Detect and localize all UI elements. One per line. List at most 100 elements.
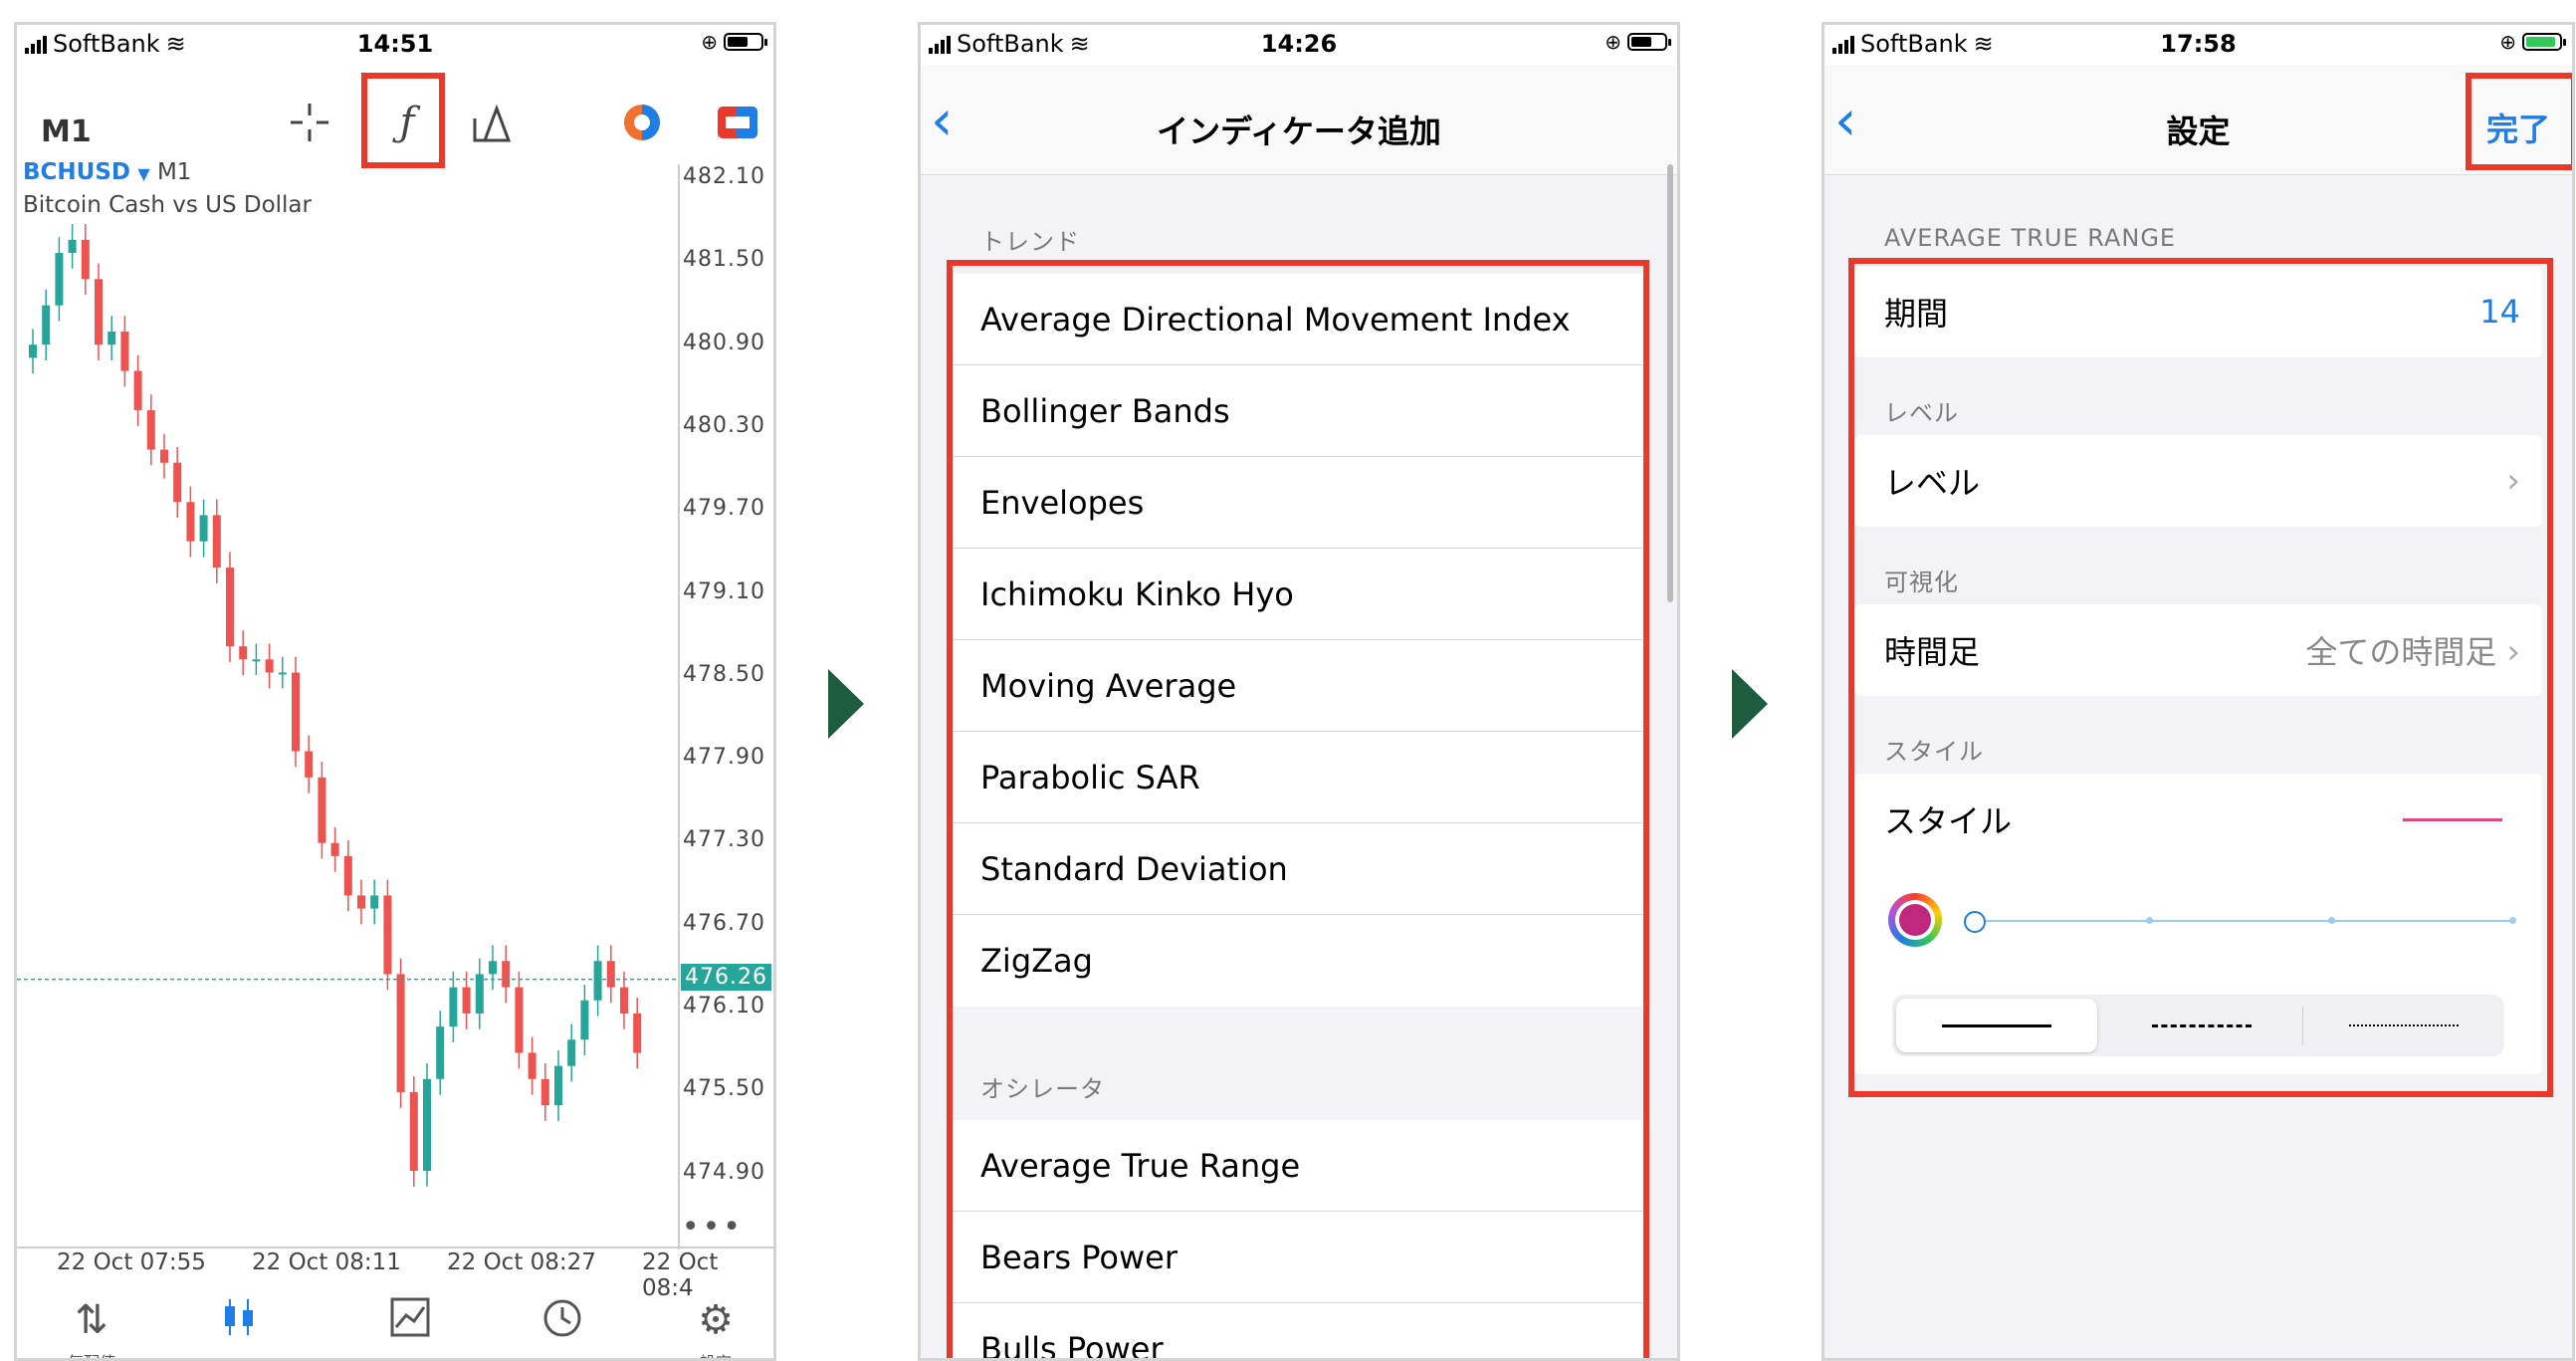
candle-body (540, 1078, 549, 1106)
level-label: レベル (1884, 464, 1981, 502)
orientation-lock-icon: ⊕ (2499, 30, 2516, 54)
price-tick: 476.70 (683, 910, 765, 936)
timeframe-group: 時間足 全ての時間足 › (1854, 604, 2542, 696)
list-item[interactable]: Average True Range (951, 1120, 1647, 1212)
time-tick: 22 Oct 08:4 (642, 1249, 719, 1301)
section-header-level: レベル (1884, 399, 1959, 427)
price-tick: 482.10 (683, 164, 765, 189)
battery-area: ⊕ (1605, 30, 1671, 54)
status-time: 14:26 (1260, 30, 1338, 58)
price-tick: 476.10 (683, 994, 765, 1019)
candle-body (620, 987, 628, 1014)
candle-body (318, 777, 326, 843)
candle-body (252, 659, 261, 662)
price-tick: 479.70 (683, 496, 765, 522)
period-label: 期間 (1884, 295, 1949, 333)
gear-icon: ⚙ (698, 1297, 734, 1343)
width-slider[interactable] (1964, 911, 2516, 933)
candle-body (95, 279, 103, 345)
candle-body (278, 672, 287, 675)
list-item[interactable]: Bollinger Bands (951, 365, 1647, 457)
candle-body (409, 1091, 418, 1171)
done-button[interactable]: 完了 (2486, 105, 2550, 150)
current-price-badge: 476.26 (681, 964, 771, 991)
candlestick-chart[interactable] (17, 25, 776, 1259)
candle-body (330, 842, 339, 856)
candle-body (370, 895, 379, 909)
candle-body (343, 855, 352, 896)
candle-body (239, 646, 248, 660)
more-icon[interactable]: ••• (682, 1210, 744, 1245)
candle-body (423, 1078, 431, 1171)
price-tick: 478.50 (683, 661, 765, 687)
color-picker-icon[interactable] (1888, 893, 1942, 947)
price-tick: 477.90 (683, 745, 765, 771)
time-tick: 22 Oct 07:55 (57, 1249, 206, 1275)
list-item[interactable]: Ichimoku Kinko Hyo (951, 549, 1647, 640)
candle-body (396, 974, 405, 1092)
battery-charging-icon (2522, 33, 2566, 51)
candle-body (357, 895, 365, 909)
status-time: 17:58 (2160, 30, 2237, 58)
candle-body (29, 344, 37, 358)
candle-body (226, 567, 234, 647)
line-solid-option[interactable] (1896, 999, 2097, 1052)
list-item[interactable]: Standard Deviation (951, 823, 1647, 915)
candle-body (489, 961, 497, 975)
battery-icon (1627, 33, 1671, 51)
candle-body (580, 1000, 589, 1040)
time-tick: 22 Oct 08:11 (252, 1249, 401, 1275)
list-item[interactable]: Bulls Power (951, 1303, 1647, 1358)
candle-body (146, 410, 155, 450)
time-tick: 22 Oct 08:27 (447, 1249, 596, 1275)
candle-body (292, 672, 300, 752)
candle-body (502, 961, 511, 988)
candle-body (593, 961, 602, 1001)
candle-body (55, 253, 64, 306)
candle-body (567, 1039, 576, 1066)
candle-body (173, 462, 182, 503)
list-item[interactable]: Bears Power (951, 1212, 1647, 1303)
nav-chart[interactable]: チャート (179, 1297, 299, 1358)
price-tick: 477.30 (683, 827, 765, 853)
history-icon (541, 1299, 583, 1349)
section-header-indicator: AVERAGE TRUE RANGE (1884, 224, 2177, 252)
candle-body (81, 239, 90, 280)
period-value[interactable]: 14 (2479, 293, 2520, 331)
style-row: スタイル (1854, 774, 2542, 865)
line-dotted-option[interactable] (2302, 1007, 2504, 1044)
list-item[interactable]: Average Directional Movement Index (951, 274, 1647, 365)
battery-area: ⊕ (2499, 30, 2566, 54)
price-tick: 479.10 (683, 578, 765, 604)
line-type-segmented[interactable] (1892, 995, 2504, 1056)
candle-body (449, 987, 458, 1027)
status-bar: SoftBank ≋ 14:26 ⊕ (921, 25, 1677, 65)
nav-settings[interactable]: ⚙設定 (656, 1297, 773, 1358)
chart-screen: SoftBank ≋ 14:51 ⊕ M1 ƒ BCHUSD ▼ M1 Bitc… (14, 22, 776, 1361)
nav-history[interactable]: 履歴 (503, 1297, 622, 1358)
arrow-right-icon (1732, 669, 1768, 739)
list-item[interactable]: Parabolic SAR (951, 732, 1647, 823)
candle-body (606, 961, 615, 988)
oscillator-indicator-list: Average True Range Bears Power Bulls Pow… (951, 1120, 1647, 1358)
trend-indicator-list: Average Directional Movement Index Bolli… (951, 274, 1647, 1007)
candle-body (212, 515, 221, 568)
scrollbar[interactable] (1667, 164, 1673, 602)
timeframe-row[interactable]: 時間足 全ての時間足 › (1854, 604, 2542, 696)
page-title: インディケータ追加 (1157, 113, 1441, 150)
nav-trade[interactable]: トレード (350, 1297, 470, 1358)
list-item[interactable]: Envelopes (951, 457, 1647, 549)
nav-quotes[interactable]: ⇅気配値 (32, 1297, 151, 1358)
trade-chart-icon (390, 1297, 430, 1347)
line-dashed-option[interactable] (2101, 995, 2302, 1056)
period-row[interactable]: 期間 14 (1854, 266, 2542, 357)
candle-body (42, 305, 51, 345)
list-item[interactable]: ZigZag (951, 915, 1647, 1007)
arrow-right-icon (828, 669, 864, 739)
slider-thumb[interactable] (1964, 911, 1986, 933)
level-row[interactable]: レベル › (1854, 435, 2542, 527)
candle-body (528, 1052, 537, 1079)
list-item[interactable]: Moving Average (951, 640, 1647, 732)
page-title: 設定 (2166, 113, 2231, 150)
price-tick: 481.50 (683, 247, 765, 273)
